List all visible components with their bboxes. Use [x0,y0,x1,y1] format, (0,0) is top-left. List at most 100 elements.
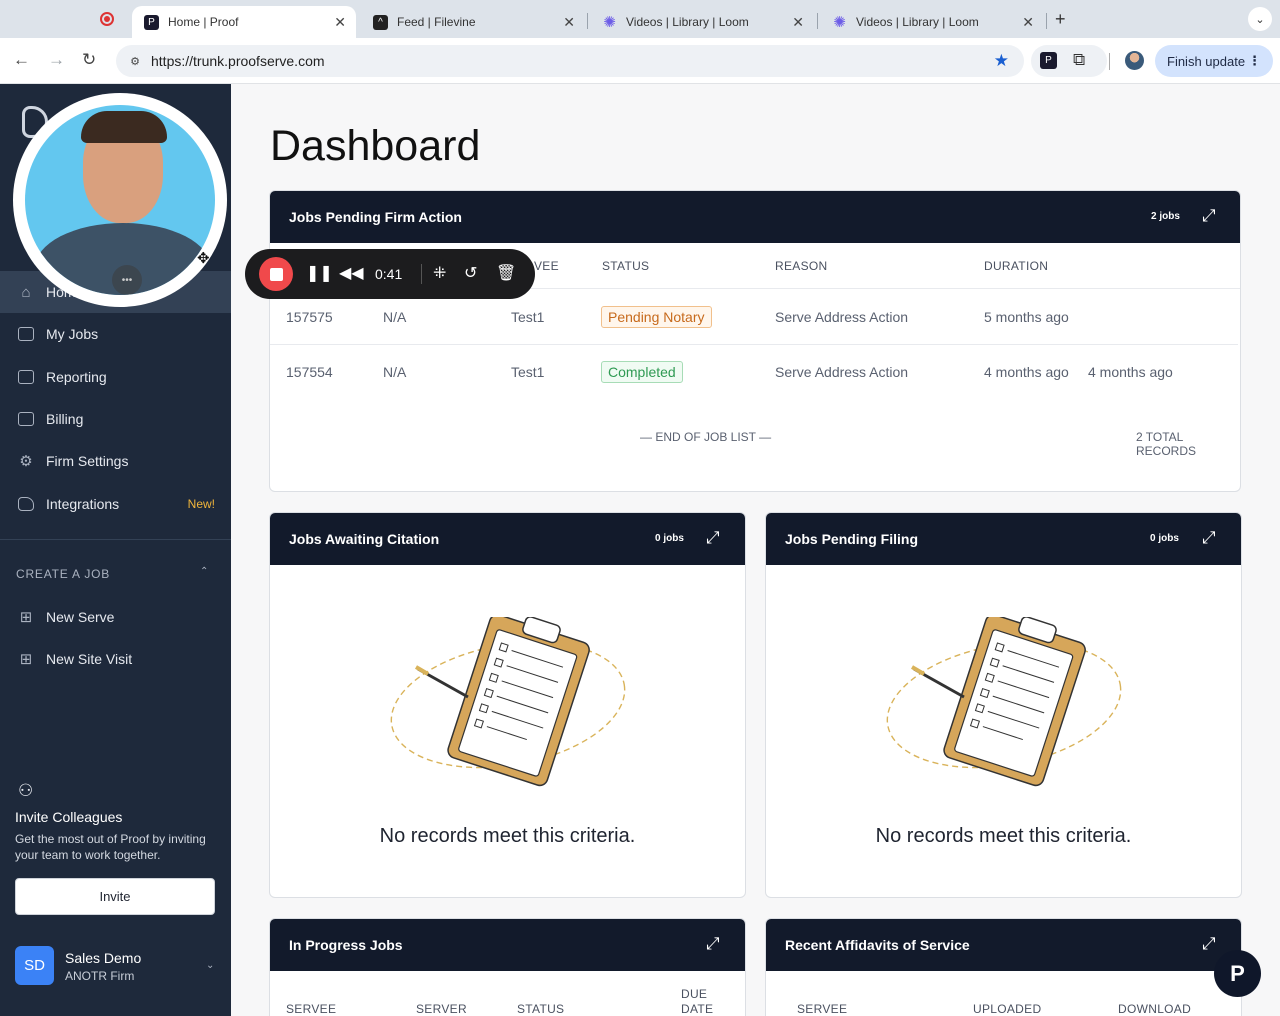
proof-extension-icon[interactable]: P [1040,52,1057,69]
loom-favicon-icon: ✺ [603,14,616,31]
tab-feed-filevine[interactable]: ^ Feed | Filevine ✕ [361,6,585,38]
profile-avatar[interactable] [1125,51,1144,70]
briefcase-icon [16,324,36,344]
extensions-puzzle-icon[interactable]: ⧉ [1073,50,1085,70]
expand-icon[interactable]: ⤢ [706,934,720,954]
end-of-list-label: — END OF JOB LIST — [640,430,772,444]
bubble-options-icon[interactable]: ••• [112,265,142,295]
expand-icon[interactable]: ⤢ [1202,206,1216,226]
avatar[interactable]: SD [15,946,54,985]
sidebar-item-new-serve[interactable]: ⊞ New Serve [0,596,231,638]
column-header-duration[interactable]: DURATION [984,259,1048,273]
tab-loom-library-2[interactable]: ✺ Videos | Library | Loom ✕ [820,6,1044,38]
more-vertical-icon: ⋮ [1248,53,1261,68]
browser-tab-bar: P Home | Proof ✕ ^ Feed | Filevine ✕ ✺ V… [0,0,1280,38]
tab-title: Videos | Library | Loom [856,15,979,29]
rewind-icon[interactable]: ◀◀ [339,263,364,283]
stop-recording-button[interactable] [259,257,293,291]
finish-update-button[interactable]: Finish update ⋮ [1155,45,1273,77]
bookmark-star-icon[interactable]: ★ [994,51,1009,71]
sidebar-item-new-site-visit[interactable]: ⊞ New Site Visit [0,638,231,680]
close-tab-icon[interactable]: ✕ [563,14,575,31]
row-divider [270,344,1238,345]
job-id[interactable]: 157554 [286,364,333,380]
duration-cell: 4 months ago [984,364,1069,380]
reload-icon[interactable]: ↻ [82,50,96,70]
tab-search-chevron-icon[interactable]: ⌄ [1248,7,1272,31]
tab-loom-library[interactable]: ✺ Videos | Library | Loom ✕ [590,6,814,38]
column-header-reason[interactable]: REASON [775,259,827,273]
forward-arrow-icon[interactable]: → [48,50,65,70]
webcam-bubble[interactable]: ••• [13,93,227,307]
sidebar-item-my-jobs[interactable]: My Jobs [0,313,231,355]
chevron-down-icon[interactable]: ⌄ [206,960,214,971]
address-bar[interactable]: ⚙ https://trunk.proofserve.com ★ [116,45,1024,77]
invite-button[interactable]: Invite [15,878,215,915]
sidebar-item-reporting[interactable]: Reporting [0,356,231,398]
presenter-hair [81,111,167,143]
expand-icon[interactable]: ⤢ [1202,528,1216,548]
column-header-due[interactable]: DUE [681,987,707,1001]
trash-icon[interactable]: 🗑 [496,263,516,283]
tab-home-proof[interactable]: P Home | Proof ✕ [132,6,356,38]
servee-cell: Test1 [511,309,545,325]
server-cell: N/A [383,309,407,325]
proof-chat-icon: P [1230,960,1245,986]
site-info-icon[interactable]: ⚙ [126,52,144,70]
url-text: https://trunk.proofserve.com [151,53,325,69]
pause-icon[interactable]: ❚❚ [306,263,333,283]
column-header-servee[interactable]: VEE [534,259,559,273]
drawing-tools-icon[interactable]: ⁜ [433,263,446,283]
duration-cell: 5 months ago [984,309,1069,325]
card-icon [16,409,36,429]
expand-icon[interactable]: ⤢ [1202,934,1216,954]
reason-cell: Serve Address Action [775,309,909,325]
tab-title: Feed | Filevine [397,15,476,29]
sidebar-item-label: New Site Visit [46,651,133,667]
sidebar-item-billing[interactable]: Billing [0,398,231,440]
close-tab-icon[interactable]: ✕ [1022,14,1034,31]
tab-title: Videos | Library | Loom [626,15,749,29]
job-id[interactable]: 157575 [286,309,333,325]
user-name[interactable]: Sales Demo [65,950,141,966]
jobs-awaiting-citation-card: Jobs Awaiting Citation 0 jobs ⤢ No recor… [269,512,746,898]
toolbar-divider [1109,53,1110,70]
total-records-label: 2 TOTAL RECORDS [1136,430,1197,458]
close-tab-icon[interactable]: ✕ [792,14,804,31]
expand-icon[interactable]: ⤢ [706,528,720,548]
column-header-date[interactable]: DATE [681,1002,713,1016]
column-header-server[interactable]: SERVER [416,1002,467,1016]
home-icon: ⌂ [21,283,31,301]
column-header-uploaded[interactable]: UPLOADED [973,1002,1041,1016]
new-tab-icon[interactable]: + [1055,9,1066,30]
sidebar-item-firm-settings[interactable]: ⚙ Firm Settings [0,440,231,482]
sidebar-item-label: Firm Settings [46,453,129,469]
sidebar-item-integrations[interactable]: Integrations New! [0,483,231,525]
webcam-video: ••• [25,105,215,295]
sidebar-item-label: Integrations [46,496,120,512]
column-header-download[interactable]: DOWNLOAD [1118,1002,1191,1016]
tab-title: Home | Proof [168,15,239,29]
recording-indicator-icon [100,12,114,26]
browser-toolbar: ← → ↻ ⚙ https://trunk.proofserve.com ★ P… [0,38,1280,84]
create-job-section-label: CREATE A JOB [16,567,111,581]
new-badge: New! [187,497,215,511]
back-arrow-icon[interactable]: ← [13,50,30,70]
chevron-up-icon[interactable]: ⌃ [200,566,208,577]
finish-update-label: Finish update [1167,53,1246,69]
column-header-status[interactable]: STATUS [517,1002,564,1016]
page-title: Dashboard [270,122,481,170]
close-tab-icon[interactable]: ✕ [334,14,346,31]
gear-icon: ⚙ [19,453,33,470]
in-progress-jobs-card: In Progress Jobs ⤢ SERVEE SERVER STATUS … [269,918,746,1016]
restart-icon[interactable]: ↺ [464,263,477,283]
sidebar-item-label: Reporting [46,369,107,385]
column-header-status[interactable]: STATUS [602,259,649,273]
column-header-servee[interactable]: SERVEE [797,1002,847,1016]
job-count-badge: 0 jobs [1150,533,1179,544]
job-count-badge: 0 jobs [655,533,684,544]
jobs-pending-firm-action-card: Jobs Pending Firm Action 2 jobs ⤢ VEE ST… [269,190,1241,492]
card-header: Jobs Pending Filing 0 jobs ⤢ [766,513,1241,565]
support-chat-button[interactable]: P [1214,950,1261,997]
column-header-servee[interactable]: SERVEE [286,1002,336,1016]
